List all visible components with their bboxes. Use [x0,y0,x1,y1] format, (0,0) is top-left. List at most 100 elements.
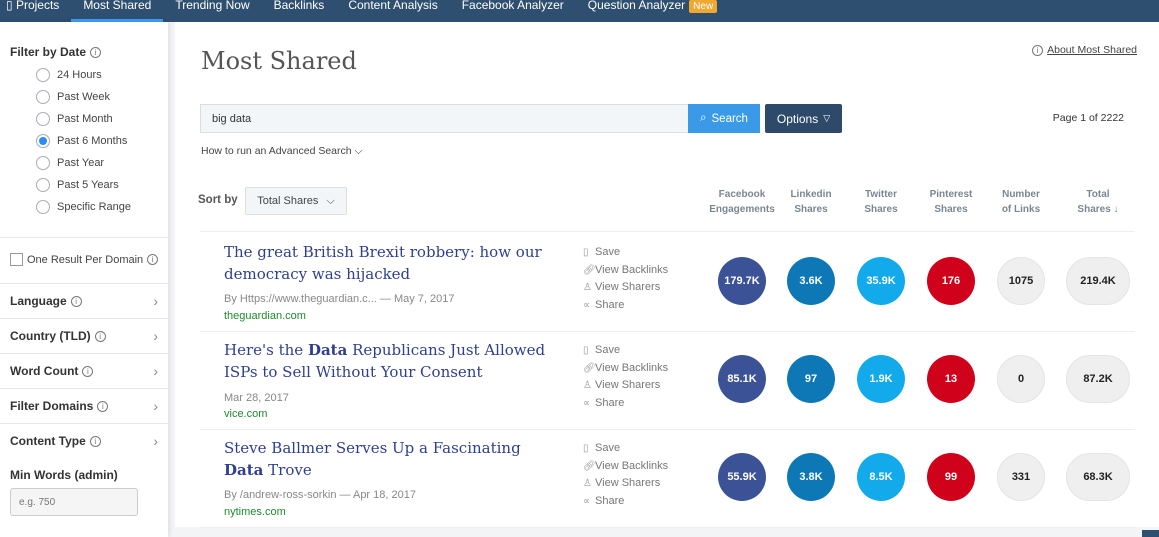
date-option[interactable]: Past Year [36,156,104,170]
info-icon[interactable]: i [90,47,102,59]
date-option[interactable]: Specific Range [36,200,131,214]
filter-section[interactable]: Language i › [0,283,168,318]
date-option[interactable]: Past 5 Years [36,178,119,192]
nav-tab-facebook-analyzer[interactable]: Facebook Analyzer [450,0,576,22]
save-button[interactable]: ▯ Save [583,244,668,262]
chevron-right-icon: › [153,433,158,449]
metric-tw[interactable]: 35.9K [857,257,905,305]
metric-fb[interactable]: 179.7K [718,257,766,305]
share-button[interactable]: ∝ Share [583,493,668,511]
sort-select[interactable]: Total Shares ⌵ [245,187,347,215]
article-title[interactable]: Steve Ballmer Serves Up a Fascinating Da… [224,437,564,481]
radio-button[interactable] [36,112,50,126]
filter-section[interactable]: Content Type i › [0,423,168,458]
options-button[interactable]: Options ▽ [765,104,842,133]
min-words-input[interactable] [10,488,138,516]
search-icon: ⌕ [700,112,707,124]
info-icon[interactable]: i [70,296,82,308]
metric-fb[interactable]: 85.1K [718,355,766,403]
article-meta: Mar 28, 2017 [224,392,289,404]
about-link[interactable]: i About Most Shared [1032,44,1137,56]
page-indicator: Page 1 of 2222 [1052,112,1124,124]
share-icon: ∝ [583,299,591,311]
metric-total[interactable]: 219.4K [1066,257,1130,305]
metric-tw[interactable]: 1.9K [857,355,905,403]
user-icon: ♙ [583,478,592,489]
save-button[interactable]: ▯ Save [583,440,668,458]
article-domain[interactable]: vice.com [224,408,267,420]
nav-tab-trending-now[interactable]: Trending Now [163,0,261,22]
nav-tab-question-analyzer[interactable]: Question Analyzer New [576,0,729,22]
info-icon[interactable]: i [82,366,94,378]
search-button[interactable]: ⌕ Search [688,104,760,133]
filter-section[interactable]: Word Count i › [0,353,168,388]
one-result-checkbox[interactable]: One Result Per Domain i [10,253,159,266]
top-nav: ▯ Projects Most Shared Trending Now Backlin… [0,0,1159,22]
metric-li[interactable]: 97 [787,355,835,403]
info-icon[interactable]: i [94,331,106,343]
checkbox[interactable] [10,253,23,266]
chevron-right-icon: › [153,363,158,379]
share-button[interactable]: ∝ Share [583,395,668,413]
metric-links[interactable]: 331 [997,453,1045,501]
metric-pi[interactable]: 176 [927,257,975,305]
metric-links[interactable]: 0 [997,355,1045,403]
scroll-handle[interactable] [1142,530,1159,537]
filter-section[interactable]: Country (TLD) i › [0,318,168,353]
new-badge: New [689,0,718,13]
view-backlinks-button[interactable]: 🔗︎View Backlinks [583,458,668,476]
metric-links[interactable]: 1075 [997,257,1045,305]
user-icon: ♙ [583,282,592,293]
view-backlinks-button[interactable]: 🔗︎View Backlinks [583,360,668,378]
nav-tab-backlinks[interactable]: Backlinks [262,0,337,22]
bookmark-icon: ▯ [6,0,13,12]
search-input[interactable] [200,104,689,133]
link-icon: 🔗︎ [583,264,596,276]
nav-tab-content-analysis[interactable]: Content Analysis [336,0,449,22]
share-button[interactable]: ∝ Share [583,297,668,315]
article-title[interactable]: Here's the Data Republicans Just Allowed… [224,339,564,383]
advanced-search-link[interactable]: How to run an Advanced Search ⌵ [201,145,363,158]
link-icon: 🔗︎ [583,362,596,374]
metric-tw[interactable]: 8.5K [857,453,905,501]
filter-section[interactable]: Filter Domains i › [0,388,168,423]
date-option[interactable]: 24 Hours [36,68,102,82]
metric-pi[interactable]: 99 [927,453,975,501]
radio-button[interactable] [36,200,50,214]
date-option[interactable]: Past Week [36,90,110,104]
info-icon[interactable]: i [147,254,159,265]
chevron-right-icon: › [153,398,158,414]
column-header[interactable]: Total Shares ↓ [1058,187,1138,217]
article-title[interactable]: The great British Brexit robbery: how ou… [224,241,564,285]
divider [0,237,168,238]
metric-total[interactable]: 68.3K [1066,453,1130,501]
radio-button[interactable] [36,156,50,170]
info-icon[interactable]: i [89,436,101,448]
nav-tab-most-shared[interactable]: Most Shared [71,0,164,22]
view-sharers-button[interactable]: ♙ View Sharers [583,475,668,493]
metric-li[interactable]: 3.8K [787,453,835,501]
view-backlinks-button[interactable]: 🔗︎View Backlinks [583,262,668,280]
radio-button[interactable] [36,68,50,82]
metric-li[interactable]: 3.6K [787,257,835,305]
metric-fb[interactable]: 55.9K [718,453,766,501]
chevron-right-icon: › [153,293,158,309]
save-button[interactable]: ▯ Save [583,342,668,360]
article-domain[interactable]: nytimes.com [224,506,286,518]
date-option[interactable]: Past 6 Months [36,134,127,148]
article-domain[interactable]: theguardian.com [224,310,306,322]
view-sharers-button[interactable]: ♙ View Sharers [583,279,668,297]
result-row: Here's the Data Republicans Just Allowed… [200,333,1135,430]
date-option[interactable]: Past Month [36,112,113,126]
bookmark-icon: ▯ [583,345,589,356]
article-meta: By Https://www.theguardian.c... — May 7,… [224,293,455,305]
radio-button[interactable] [36,178,50,192]
info-icon[interactable]: i [97,401,109,413]
metric-total[interactable]: 87.2K [1066,355,1130,403]
chevron-down-icon: ⌵ [354,145,363,157]
metric-pi[interactable]: 13 [927,355,975,403]
radio-button[interactable] [36,134,50,148]
nav-tab-projects[interactable]: ▯ Projects [0,0,71,22]
view-sharers-button[interactable]: ♙ View Sharers [583,377,668,395]
radio-button[interactable] [36,90,50,104]
